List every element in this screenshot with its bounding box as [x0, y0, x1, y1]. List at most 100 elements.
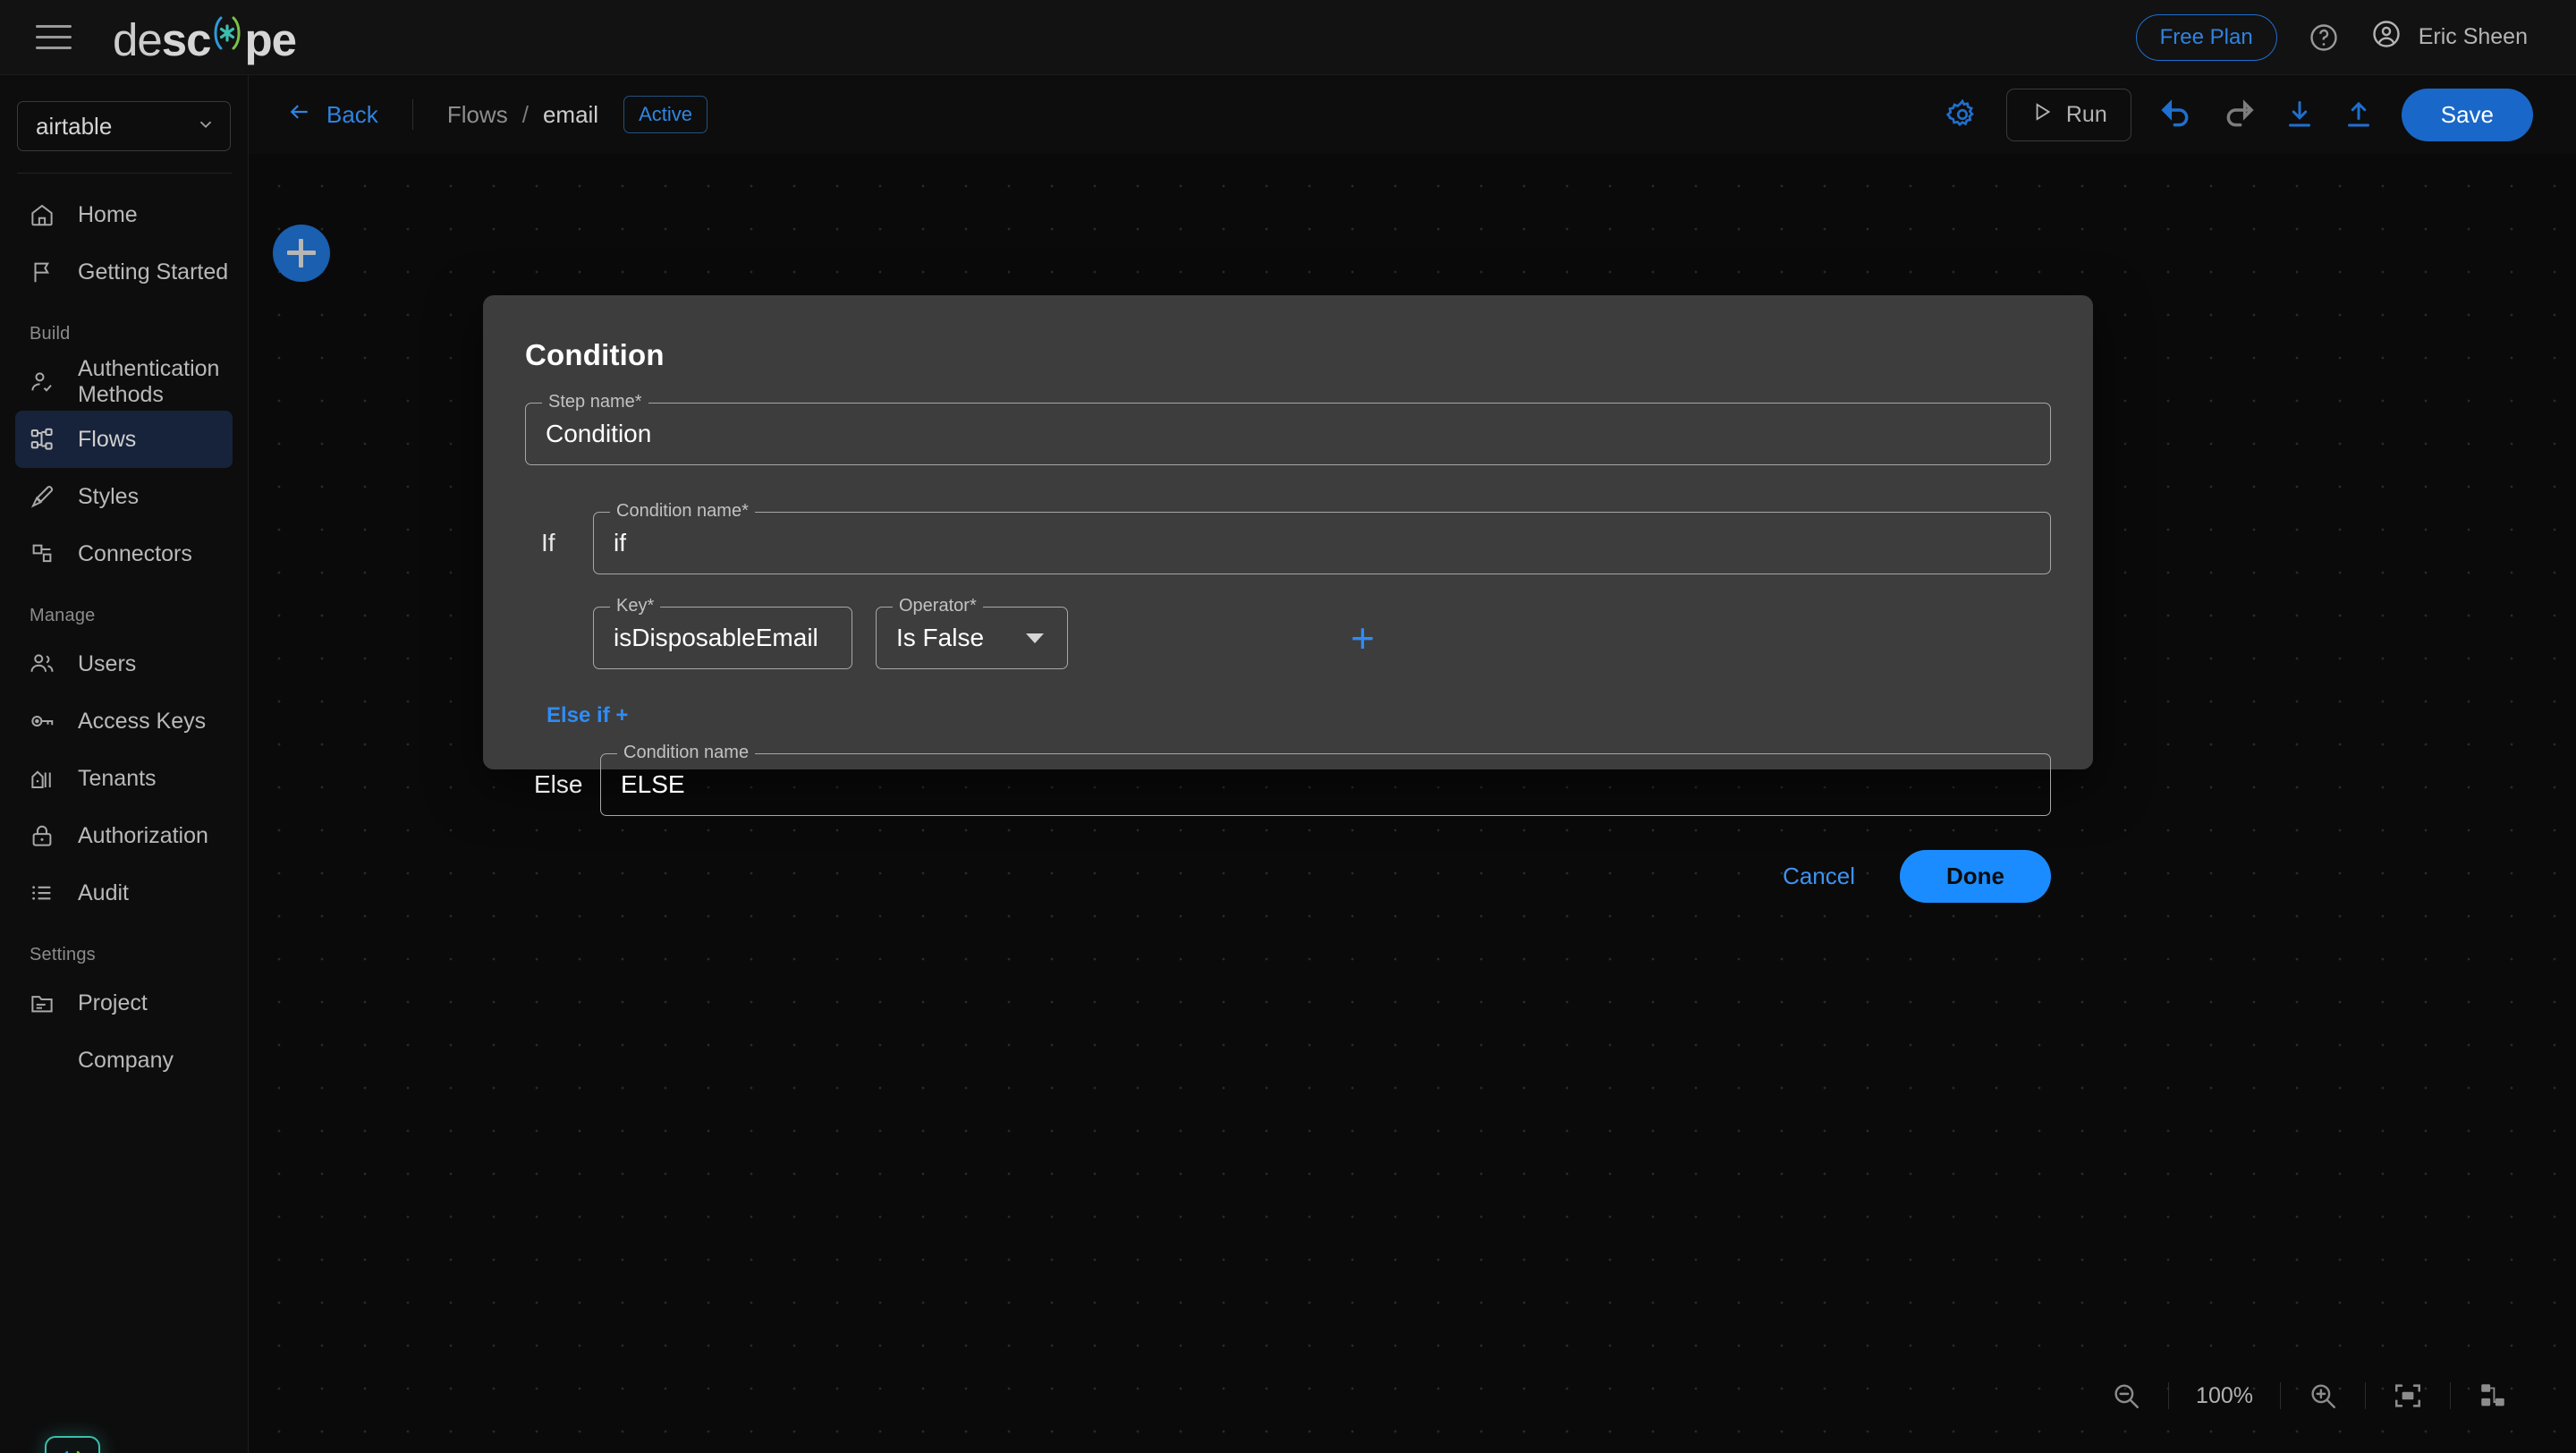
sidebar-item-styles[interactable]: Styles	[15, 468, 233, 525]
flow-toolbar: Run Save	[1919, 88, 2576, 141]
hamburger-line	[36, 47, 72, 49]
sidebar-item-users[interactable]: Users	[15, 635, 233, 693]
logo-text-part3: pe	[244, 13, 297, 65]
descope-logo[interactable]: de sc pe	[113, 9, 297, 66]
auto-layout-icon[interactable]	[2451, 1381, 2535, 1411]
else-label: Else	[534, 770, 583, 798]
sidebar-item-access-keys[interactable]: Access Keys	[15, 693, 233, 750]
chevron-down-icon	[196, 115, 216, 139]
sidebar-item-connectors[interactable]: Connectors	[15, 525, 233, 582]
hamburger-line	[36, 25, 72, 28]
zoom-level-label[interactable]: 100%	[2169, 1383, 2280, 1409]
zoom-controls: 100%	[2084, 1371, 2535, 1421]
sidebar-item-label: Access Keys	[78, 708, 207, 734]
user-menu[interactable]: Eric Sheen	[2370, 18, 2528, 56]
status-badge[interactable]: Active	[623, 96, 708, 133]
flow-nodes-icon	[28, 425, 56, 454]
sidebar-item-label: Users	[78, 650, 137, 676]
sidebar-item-label: Styles	[78, 483, 140, 509]
project-selector-value: airtable	[36, 112, 113, 140]
fit-screen-icon[interactable]	[2366, 1381, 2450, 1411]
sidebar-item-tenants[interactable]: Tenants	[15, 750, 233, 807]
else-condition-name-field[interactable]: Condition name ELSE	[600, 743, 2051, 816]
else-condition-name-label: Condition name	[617, 743, 756, 763]
else-row: Else Condition name ELSE	[525, 743, 2051, 816]
list-icon	[28, 879, 56, 907]
sidebar: airtable Home Getting Started Build Auth…	[0, 75, 249, 1453]
sidebar-item-label: Project	[78, 990, 148, 1015]
breadcrumb-root[interactable]: Flows	[447, 101, 508, 129]
if-condition-name-field[interactable]: Condition name* if	[593, 501, 2051, 574]
sidebar-item-label: Flows	[78, 426, 137, 452]
sidebar-item-home[interactable]: Home	[15, 186, 233, 243]
key-icon	[28, 707, 56, 735]
save-button[interactable]: Save	[2401, 88, 2533, 141]
key-label: Key*	[610, 596, 661, 616]
else-if-button[interactable]: Else if +	[547, 703, 628, 728]
breadcrumb-current: email	[542, 100, 599, 128]
condition-modal: Condition Step name* Condition If Condit…	[483, 295, 2093, 903]
sidebar-item-label: Getting Started	[78, 259, 229, 285]
zoom-out-icon[interactable]	[2084, 1381, 2168, 1411]
project-selector[interactable]: airtable	[17, 101, 231, 151]
gear-icon[interactable]	[1945, 98, 1979, 132]
top-bar-right: Free Plan Eric Sheen	[2135, 13, 2576, 61]
chat-bubble-icon[interactable]	[45, 1436, 100, 1453]
brush-icon	[28, 482, 56, 511]
back-label: Back	[326, 100, 378, 128]
cancel-button[interactable]: Cancel	[1768, 854, 1869, 899]
done-button[interactable]: Done	[1900, 850, 2051, 903]
sidebar-section-build: Build	[30, 324, 71, 344]
breadcrumb: Flows / email	[447, 101, 598, 129]
hamburger-icon[interactable]	[36, 21, 77, 54]
sidebar-item-label: Company	[78, 1047, 174, 1073]
sidebar-item-project[interactable]: Project	[15, 974, 233, 1032]
sidebar-item-label: Home	[78, 201, 138, 227]
header-divider	[411, 99, 413, 130]
add-step-button[interactable]	[273, 225, 330, 282]
sidebar-item-company[interactable]: Company	[15, 1032, 233, 1089]
hamburger-line	[36, 36, 72, 38]
sidebar-item-label: Connectors	[78, 540, 192, 566]
sidebar-item-label: Authorization	[78, 822, 208, 848]
else-condition-name-value: ELSE	[621, 770, 685, 798]
free-plan-badge[interactable]: Free Plan	[2135, 13, 2277, 61]
key-field[interactable]: Key* isDisposableEmail	[593, 596, 852, 669]
logo-text-part1: de	[113, 13, 163, 65]
sidebar-item-label: Audit	[78, 879, 129, 905]
zoom-in-icon[interactable]	[2281, 1381, 2365, 1411]
operator-label: Operator*	[893, 596, 983, 616]
help-circle-icon[interactable]	[2308, 21, 2340, 54]
step-name-field[interactable]: Step name* Condition	[525, 392, 2051, 465]
undo-icon[interactable]	[2158, 97, 2194, 132]
sidebar-section-manage: Manage	[30, 606, 96, 625]
run-button[interactable]: Run	[2005, 88, 2131, 141]
condition-expression-row: Key* isDisposableEmail Operator* Is Fals…	[525, 596, 2051, 669]
caret-down-icon	[1026, 633, 1044, 643]
upload-icon[interactable]	[2343, 98, 2375, 131]
top-bar: de sc pe Free Plan Eric Sheen	[0, 0, 2576, 75]
modal-title: Condition	[525, 338, 665, 371]
if-condition-name-label: Condition name*	[610, 501, 755, 522]
sidebar-divider	[17, 173, 232, 174]
company-icon	[28, 1046, 56, 1075]
sidebar-item-authorization[interactable]: Authorization	[15, 807, 233, 864]
lock-icon	[28, 821, 56, 850]
play-icon	[2030, 100, 2054, 130]
sidebar-item-audit[interactable]: Audit	[15, 864, 233, 922]
sidebar-item-label: Tenants	[78, 765, 157, 791]
modal-footer: Cancel Done	[525, 850, 2051, 903]
operator-select[interactable]: Operator* Is False	[876, 596, 1068, 669]
redo-icon[interactable]	[2221, 97, 2257, 132]
sidebar-item-getting-started[interactable]: Getting Started	[15, 243, 233, 301]
download-icon[interactable]	[2284, 98, 2316, 131]
sidebar-section-settings: Settings	[30, 945, 96, 964]
sidebar-item-flows[interactable]: Flows	[15, 411, 233, 468]
back-button[interactable]: Back	[286, 98, 378, 132]
sidebar-item-authentication-methods[interactable]: Authentication Methods	[15, 353, 233, 411]
user-name: Eric Sheen	[2418, 24, 2528, 49]
add-condition-button[interactable]: +	[1351, 617, 1375, 659]
user-check-icon	[28, 368, 56, 396]
flag-icon	[28, 258, 56, 286]
if-condition-name-value: if	[614, 529, 626, 557]
